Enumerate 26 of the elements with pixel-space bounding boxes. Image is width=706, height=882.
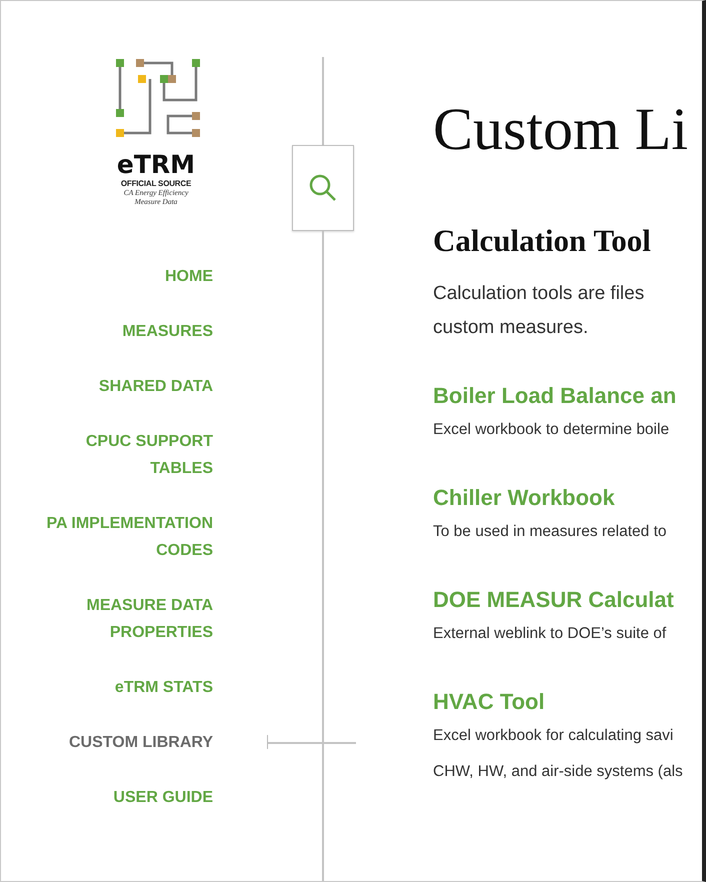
intro-text: Calculation tools are files [433,282,646,306]
search-icon [310,174,336,201]
logo-tagline: OFFICIAL SOURCE [120,179,192,188]
tool-description: Excel workbook for calculating savi [433,726,674,746]
nav-link[interactable]: CPUC SUPPORT TABLES [28,428,213,482]
nav-link[interactable]: MEASURE DATA PROPERTIES [28,592,213,646]
nav-link[interactable]: MEASURES [122,318,213,345]
tool-link[interactable]: Boiler Load Balance an [433,381,676,411]
tool-description: Excel workbook to determine boile [433,420,670,440]
tool-description: To be used in measures related to [433,522,668,542]
page-title: Custom Li [433,95,690,164]
nav-link[interactable]: PA IMPLEMENTATION CODES [28,510,213,564]
tool-link[interactable]: DOE MEASUR Calculat [433,585,674,615]
tool-description: External weblink to DOE’s suite of [433,624,668,644]
search-button[interactable] [292,145,354,231]
tool-link[interactable]: HVAC Tool [433,687,545,717]
nav-link[interactable]: USER GUIDE [113,784,213,811]
logo-wordmark: eTRM [116,151,196,179]
tool-description: CHW, HW, and air-side systems (als [433,762,684,782]
nav-link[interactable]: SHARED DATA [98,373,213,400]
section-title: Calculation Tool [433,222,652,260]
tool-link[interactable]: Chiller Workbook [433,483,615,513]
nav-link[interactable]: HOME [165,263,213,290]
nav-link[interactable]: CUSTOM LIBRARY [69,729,213,756]
intro-text: custom measures. [433,316,590,340]
nav-link[interactable]: eTRM STATS [114,674,213,701]
